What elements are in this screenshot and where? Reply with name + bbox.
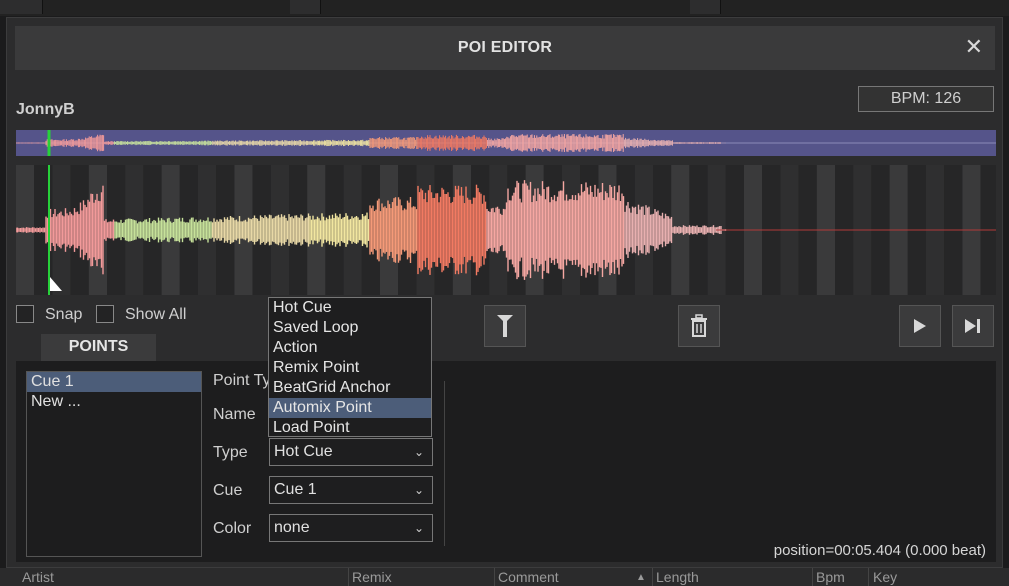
- points-panel: Cue 1 New ... Point Ty Name Type Hot Cue…: [16, 361, 996, 562]
- column-comment[interactable]: Comment: [498, 569, 559, 585]
- chevron-down-icon: ⌄: [413, 483, 424, 497]
- menu-item-saved-loop[interactable]: Saved Loop: [269, 318, 431, 338]
- menu-item-hot-cue[interactable]: Hot Cue: [269, 298, 431, 318]
- background-deck-strip: [0, 0, 1009, 16]
- play-icon: [914, 319, 926, 333]
- background-segment: [290, 0, 321, 14]
- marker-icon: [497, 315, 513, 337]
- menu-item-automix-point[interactable]: Automix Point: [269, 398, 431, 418]
- column-artist[interactable]: Artist: [22, 569, 54, 585]
- type-label: Type: [213, 444, 248, 461]
- color-value: none: [274, 519, 310, 536]
- snap-checkbox[interactable]: [16, 305, 34, 323]
- background-segment: [690, 0, 721, 14]
- waveform-main[interactable]: [16, 165, 996, 295]
- dialog-titlebar[interactable]: POI EDITOR ✕: [15, 26, 995, 70]
- color-label: Color: [213, 520, 252, 537]
- trash-icon: [691, 314, 707, 337]
- divider: [444, 381, 445, 546]
- waveform-overview[interactable]: [16, 130, 996, 156]
- type-select[interactable]: Hot Cue ⌄: [269, 438, 433, 466]
- name-label: Name: [213, 406, 256, 423]
- cue-select[interactable]: Cue 1 ⌄: [269, 476, 433, 504]
- dialog-title: POI EDITOR: [457, 39, 553, 56]
- poi-editor-dialog: POI EDITOR ✕ JonnyB BPM: 126 Snap Show A…: [6, 17, 1003, 568]
- tab-points[interactable]: POINTS: [41, 334, 156, 361]
- chevron-down-icon: ⌄: [413, 445, 424, 459]
- point-type-label: Point Ty: [213, 372, 271, 389]
- list-item[interactable]: New ...: [27, 392, 201, 412]
- show-all-label: Show All: [125, 306, 187, 323]
- type-value: Hot Cue: [274, 443, 333, 460]
- menu-item-load-point[interactable]: Load Point: [269, 418, 431, 438]
- cue-label: Cue: [213, 482, 243, 499]
- position-readout: position=00:05.404 (0.000 beat): [773, 542, 986, 559]
- skip-next-icon: [965, 319, 980, 333]
- color-select[interactable]: none ⌄: [269, 514, 433, 542]
- skip-next-button[interactable]: [952, 305, 994, 347]
- background-segment: [0, 0, 43, 14]
- chevron-down-icon: ⌄: [413, 521, 424, 535]
- menu-item-beatgrid-anchor[interactable]: BeatGrid Anchor: [269, 378, 431, 398]
- sort-arrow-icon: ▲: [636, 572, 646, 583]
- bpm-display: BPM: 126: [858, 86, 994, 112]
- cue-value: Cue 1: [274, 481, 317, 498]
- menu-item-remix-point[interactable]: Remix Point: [269, 358, 431, 378]
- show-all-checkbox[interactable]: [96, 305, 114, 323]
- column-key[interactable]: Key: [873, 569, 897, 585]
- play-button[interactable]: [899, 305, 941, 347]
- column-remix[interactable]: Remix: [352, 569, 392, 585]
- list-item[interactable]: Cue 1: [27, 372, 201, 392]
- type-dropdown-menu[interactable]: Hot Cue Saved Loop Action Remix Point Be…: [268, 297, 432, 437]
- track-name: JonnyB: [16, 101, 75, 118]
- marker-button[interactable]: [484, 305, 526, 347]
- background-browser-header: Artist Remix Comment ▲ Length Bpm Key: [0, 568, 1009, 586]
- snap-label: Snap: [45, 306, 83, 323]
- column-bpm[interactable]: Bpm: [816, 569, 845, 585]
- menu-item-action[interactable]: Action: [269, 338, 431, 358]
- points-list[interactable]: Cue 1 New ...: [26, 371, 202, 557]
- column-length[interactable]: Length: [656, 569, 699, 585]
- close-icon[interactable]: ✕: [965, 35, 983, 59]
- delete-button[interactable]: [678, 305, 720, 347]
